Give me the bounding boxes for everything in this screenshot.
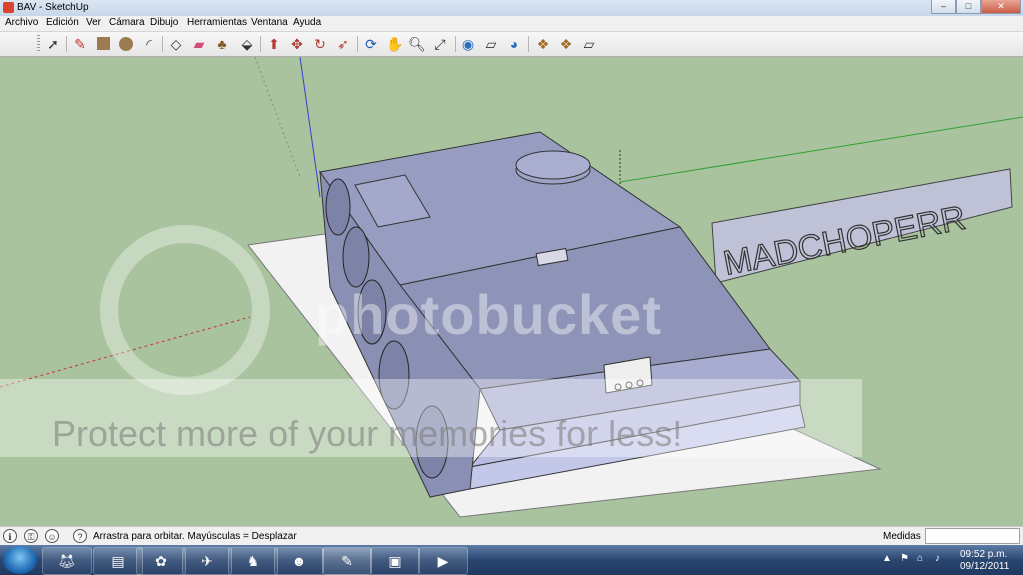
rectangle-tool-icon[interactable]: [94, 35, 112, 53]
move-tool-icon[interactable]: ✥: [288, 35, 306, 53]
menu-archivo[interactable]: Archivo: [5, 17, 38, 28]
menu-ver[interactable]: Ver: [86, 17, 101, 28]
help-icon[interactable]: ?: [73, 529, 87, 543]
title-bar: BAV - SketchUp – □ ✕: [0, 0, 1023, 17]
picasa-taskbar-icon[interactable]: ✿: [136, 547, 186, 575]
network-icon[interactable]: ⌂: [917, 553, 923, 564]
toolbar-grip[interactable]: [37, 35, 40, 53]
watermark-logo: photobucket: [315, 283, 662, 346]
start-button[interactable]: [3, 546, 37, 574]
monitor-taskbar-icon[interactable]: ▣: [370, 547, 420, 575]
zoom-tool-icon[interactable]: 🔍︎: [408, 35, 426, 53]
watermark-protect-text: Protect more of your memories for less!: [52, 413, 683, 454]
get-models-icon[interactable]: ◕: [505, 35, 523, 53]
main-toolbar: ➚ ✎ ◜ ◇ ▰ ♣ ⬙ ⬆ ✥ ↻ ➶ ⟳ ✋ 🔍︎ ⤢ ◉ ▱ ◕ ❖ ❖…: [0, 32, 1023, 57]
orbit-tool-icon[interactable]: ⟳: [362, 35, 380, 53]
clock-time[interactable]: 09:52 p.m.: [960, 549, 1007, 560]
zoom-extents-icon[interactable]: ⤢: [431, 35, 449, 53]
toolbar-separator: [66, 36, 67, 52]
menu-herramientas[interactable]: Herramientas: [187, 17, 247, 28]
green-axis-dashed: [254, 57, 301, 178]
menu-camara[interactable]: Cámara: [109, 17, 145, 28]
minimize-button[interactable]: –: [931, 0, 956, 14]
toolbar-separator: [357, 36, 358, 52]
rotate-tool-icon[interactable]: ↻: [311, 35, 329, 53]
pan-tool-icon[interactable]: ✋: [386, 35, 404, 53]
eraser-tool-icon[interactable]: ▰: [190, 35, 208, 53]
menu-dibujo[interactable]: Dibujo: [150, 17, 178, 28]
tray-expand-icon[interactable]: ▲: [882, 553, 892, 564]
sketchup-icon: [3, 2, 14, 13]
road-wheel: [342, 226, 370, 288]
flight-taskbar-icon[interactable]: ✈: [182, 547, 232, 575]
paint-bucket-icon[interactable]: ♣: [213, 35, 231, 53]
flag-icon[interactable]: ⚑: [900, 553, 909, 564]
watermark-circle: [100, 225, 270, 395]
clock-date[interactable]: 09/12/2011: [960, 561, 1009, 572]
volume-icon[interactable]: ♪: [935, 553, 940, 564]
road-wheel: [325, 178, 351, 236]
tape-measure-icon[interactable]: ⬙: [238, 35, 256, 53]
green-axis: [619, 116, 1023, 183]
make-component-icon[interactable]: ◇: [167, 35, 185, 53]
media-player-taskbar-icon[interactable]: ▶: [418, 547, 468, 575]
window-title: BAV - SketchUp: [17, 2, 89, 13]
maximize-button[interactable]: □: [956, 0, 981, 14]
toolbar-separator: [260, 36, 261, 52]
previous-view-icon[interactable]: ◉: [459, 35, 477, 53]
toolbar-separator: [455, 36, 456, 52]
menu-edicion[interactable]: Edición: [46, 17, 79, 28]
follow-me-icon[interactable]: ➶: [334, 35, 352, 53]
menu-ventana[interactable]: Ventana: [251, 17, 288, 28]
status-bar: ℹ ⚿ ☺ ? Arrastra para orbitar. Mayúscula…: [0, 526, 1023, 546]
credits-icon[interactable]: ⚿: [24, 529, 38, 543]
status-hint: Arrastra para orbitar. Mayúsculas = Desp…: [93, 531, 297, 542]
get-components-icon[interactable]: ❖: [557, 35, 575, 53]
measurements-field[interactable]: [925, 528, 1020, 544]
menu-ayuda[interactable]: Ayuda: [293, 17, 321, 28]
select-tool-icon[interactable]: ➚: [44, 35, 62, 53]
messenger-taskbar-icon[interactable]: ☻: [274, 547, 324, 575]
app-taskbar-icon[interactable]: ♞: [228, 547, 278, 575]
measurements-label: Medidas: [883, 531, 921, 542]
share-component-icon[interactable]: ▱: [580, 35, 598, 53]
menu-bar: Archivo Edición Ver Cámara Dibujo Herram…: [0, 16, 1023, 32]
toolbar-separator: [162, 36, 163, 52]
share-model-icon[interactable]: ❖: [534, 35, 552, 53]
window-controls: – □ ✕: [931, 0, 1021, 14]
push-pull-icon[interactable]: ⬆: [265, 35, 283, 53]
arc-tool-icon[interactable]: ◜: [140, 35, 158, 53]
drawing-viewport[interactable]: MADCHOPERR photobucket Protect more of y…: [0, 57, 1023, 526]
close-button[interactable]: ✕: [981, 0, 1021, 14]
sketchup-taskbar-icon[interactable]: ✎: [322, 547, 372, 575]
line-tool-icon[interactable]: ✎: [71, 35, 89, 53]
turret-cap: [515, 150, 591, 180]
toolbar-separator: [528, 36, 529, 52]
user-icon[interactable]: ☺: [45, 529, 59, 543]
firefox-taskbar-icon[interactable]: 🦊︎: [42, 547, 92, 575]
taskbar: 🦊︎ ▤ ✿ ✈ ♞ ☻ ✎ ▣ ▶ ▲ ⚑ ⌂ ♪ 09:52 p.m. 09…: [0, 545, 1023, 575]
geolocation-icon[interactable]: ℹ: [3, 529, 17, 543]
blue-axis: [299, 57, 321, 198]
next-view-icon[interactable]: ▱: [482, 35, 500, 53]
circle-tool-icon[interactable]: [117, 35, 135, 53]
